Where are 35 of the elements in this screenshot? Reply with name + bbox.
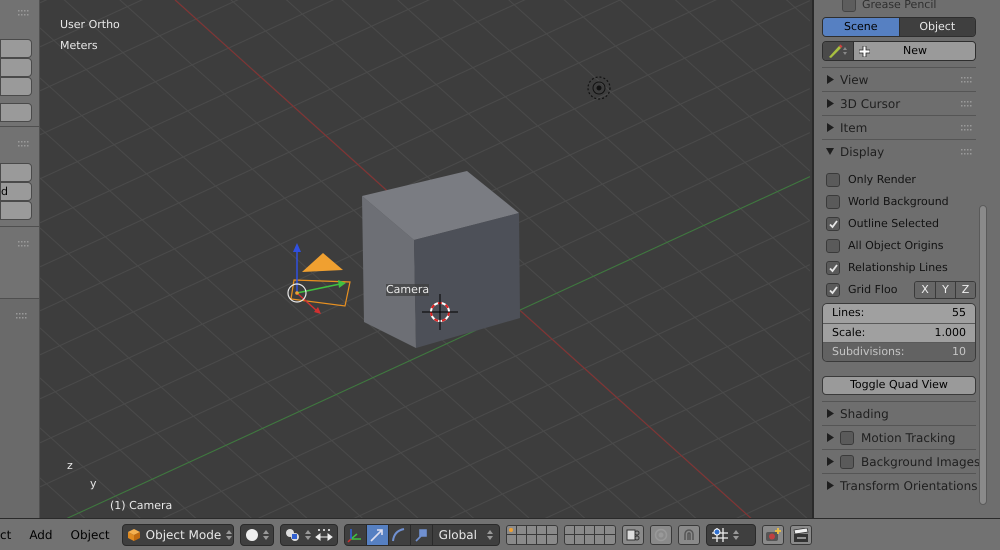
- checkbox-label[interactable]: Only Render: [848, 172, 916, 188]
- toggle-quad-view-button[interactable]: Toggle Quad View: [822, 376, 976, 395]
- checkbox-label[interactable]: Relationship Lines: [848, 260, 948, 276]
- object-name-label: Camera: [386, 284, 430, 296]
- axis-toggle[interactable]: Z: [955, 282, 975, 298]
- panel-header[interactable]: View: [840, 70, 868, 88]
- panel-header[interactable]: Motion Tracking: [861, 428, 956, 446]
- panel-header[interactable]: Background Images: [861, 452, 980, 470]
- panel-header[interactable]: 3D Cursor: [840, 94, 900, 112]
- number-field: Subdivisions: 10: [823, 342, 975, 361]
- panel-header[interactable]: Transform Orientations: [840, 476, 978, 494]
- menu-item[interactable]: Object: [64, 526, 116, 544]
- units-label: Meters: [60, 38, 98, 54]
- panel-header[interactable]: Display: [840, 142, 884, 160]
- checkbox-label[interactable]: Grid Floo: [848, 282, 898, 298]
- checkbox-label[interactable]: All Object Origins: [848, 238, 944, 254]
- new-button[interactable]: New: [853, 42, 975, 60]
- menu-item[interactable]: Add: [23, 526, 59, 544]
- menu-item[interactable]: ct: [0, 526, 18, 544]
- panel-header[interactable]: Item: [840, 118, 868, 136]
- view-name-label: User Ortho: [60, 17, 120, 33]
- axis-toggle[interactable]: X: [915, 282, 935, 298]
- checkbox-label[interactable]: Outline Selected: [848, 216, 939, 232]
- tab[interactable]: Scene: [823, 18, 898, 36]
- axis-label: y: [90, 476, 97, 492]
- axis-label: z: [67, 458, 73, 474]
- number-field[interactable]: Lines: 55: [823, 304, 975, 323]
- tab[interactable]: Object: [898, 18, 975, 36]
- checkbox-label[interactable]: World Background: [848, 194, 949, 210]
- selected-object-label: (1) Camera: [110, 498, 172, 514]
- tool-button[interactable]: d: [0, 182, 32, 201]
- panel-header[interactable]: Shading: [840, 404, 889, 422]
- mode-dropdown[interactable]: Object Mode: [122, 524, 234, 546]
- number-field[interactable]: Scale: 1.000: [823, 323, 975, 342]
- axis-toggle[interactable]: Y: [935, 282, 955, 298]
